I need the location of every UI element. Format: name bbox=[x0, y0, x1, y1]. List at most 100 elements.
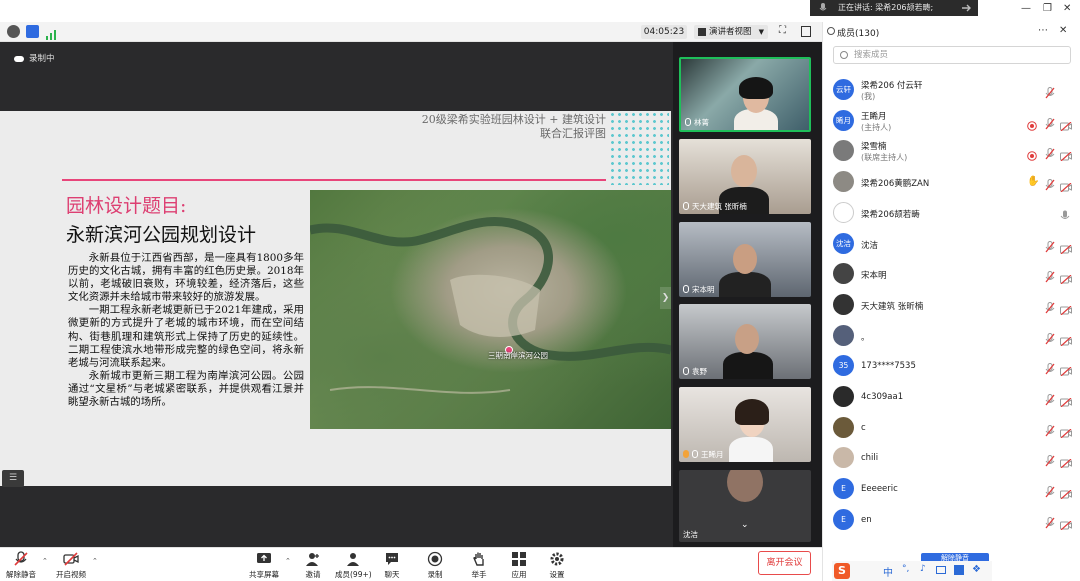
video-tile[interactable]: 袁野 bbox=[679, 304, 811, 379]
chevron-down-icon[interactable]: ⌄ bbox=[741, 520, 749, 530]
restore-icon[interactable]: ❐ bbox=[1043, 3, 1052, 14]
cloud-icon bbox=[14, 55, 24, 62]
apps-button[interactable]: 应用 bbox=[511, 551, 527, 580]
mic-off-icon bbox=[1045, 330, 1055, 344]
chevron-up-icon[interactable]: ⌃ bbox=[285, 557, 291, 565]
share-screen-button[interactable]: 共享屏幕 bbox=[249, 551, 279, 580]
video-tile[interactable]: ⌄ 沈洁 bbox=[679, 470, 811, 542]
member-row[interactable]: 沈洁 沈洁 bbox=[823, 229, 1080, 259]
info-icon[interactable] bbox=[7, 25, 20, 38]
member-row[interactable]: 。 bbox=[823, 321, 1080, 351]
settings-label: 设置 bbox=[549, 570, 565, 579]
camera-off-icon bbox=[1060, 484, 1072, 500]
search-icon bbox=[840, 51, 848, 59]
close-panel-icon[interactable]: ✕ bbox=[1059, 25, 1067, 36]
member-search-input[interactable]: 搜索成员 bbox=[833, 46, 1071, 64]
hand-icon bbox=[473, 552, 484, 566]
view-mode-dropdown[interactable]: 演讲者视图 ▼ bbox=[694, 25, 768, 39]
slide-title-red: 园林设计题目: bbox=[66, 195, 187, 217]
sidebar-toggle-icon[interactable] bbox=[801, 26, 811, 37]
member-row[interactable]: 梁雪楠 (联席主持人) bbox=[823, 136, 1080, 166]
member-row[interactable]: 35 173****7535 bbox=[823, 351, 1080, 381]
camera-off-icon bbox=[1060, 116, 1072, 132]
member-name: 。 bbox=[861, 332, 870, 343]
chevron-up-icon[interactable]: ⌃ bbox=[92, 557, 98, 565]
camera-off-icon bbox=[1060, 269, 1072, 285]
close-icon[interactable]: ✕ bbox=[1063, 3, 1071, 14]
member-row[interactable]: 梁希206黄鹏ZAN ✋ bbox=[823, 167, 1080, 197]
member-row[interactable]: c bbox=[823, 413, 1080, 443]
raised-hand-icon: ✋ bbox=[1027, 176, 1040, 188]
member-name: 4c309aa1 bbox=[861, 392, 904, 402]
camera-off-icon bbox=[1060, 453, 1072, 469]
sogou-logo-icon[interactable]: S bbox=[834, 563, 850, 579]
unmute-button[interactable]: 解除静音 bbox=[6, 551, 36, 580]
security-shield-icon[interactable] bbox=[26, 25, 39, 38]
minimize-icon[interactable]: — bbox=[1021, 3, 1031, 14]
mic-off-icon bbox=[1045, 452, 1055, 467]
voice-icon[interactable]: ♪ bbox=[920, 564, 926, 574]
mic-off-icon bbox=[1045, 115, 1055, 130]
slide-menu-icon[interactable]: ☰ bbox=[2, 470, 24, 487]
chat-button[interactable]: 聊天 bbox=[384, 551, 400, 580]
camera-off-icon bbox=[1060, 392, 1072, 408]
participant-name: 宋本明 bbox=[692, 285, 715, 294]
divider bbox=[62, 179, 606, 181]
toolbox-icon[interactable]: ❖ bbox=[972, 564, 981, 575]
chevron-right-icon[interactable]: ❯ bbox=[660, 287, 671, 309]
record-button[interactable]: 录制 bbox=[427, 551, 443, 580]
camera-off-icon bbox=[1060, 300, 1072, 316]
member-name: 梁雪楠 bbox=[861, 142, 887, 153]
raise-hand-button[interactable]: 举手 bbox=[471, 551, 487, 580]
speaking-indicator: 正在讲话: 梁希206颉若畴; bbox=[810, 0, 978, 16]
member-row[interactable]: 睎月 王睎月 (主持人) bbox=[823, 106, 1080, 136]
member-row[interactable]: 4c309aa1 bbox=[823, 382, 1080, 412]
members-panel: 成员(130) ⋯ ✕ 搜索成员 云轩 梁希206 付云轩 (我) 睎月 王睎月 (主持人… bbox=[822, 22, 1080, 581]
ime-language[interactable]: 中 bbox=[883, 564, 893, 579]
member-row[interactable]: chili bbox=[823, 443, 1080, 473]
video-tile[interactable]: 宋本明 bbox=[679, 222, 811, 297]
more-options-icon[interactable]: ⋯ bbox=[1038, 25, 1048, 36]
invite-button[interactable]: 邀请 bbox=[305, 551, 321, 580]
member-row[interactable]: 天大建筑 张昕楠 bbox=[823, 290, 1080, 320]
participant-name: 袁野 bbox=[692, 367, 707, 376]
member-name: chili bbox=[861, 453, 879, 464]
video-tile[interactable]: 天大建筑 张昕楠 bbox=[679, 139, 811, 214]
mic-off-icon bbox=[1045, 268, 1055, 283]
start-video-label: 开启视频 bbox=[56, 570, 86, 579]
members-button[interactable]: 成员(99+) bbox=[335, 551, 372, 580]
member-row[interactable]: E Eeeeeric bbox=[823, 474, 1080, 504]
mic-off-icon bbox=[1045, 514, 1055, 529]
start-video-button[interactable]: 开启视频 bbox=[56, 551, 86, 580]
mic-off-icon bbox=[1045, 145, 1055, 160]
keyboard-icon[interactable] bbox=[936, 566, 946, 574]
gear-icon bbox=[550, 552, 564, 566]
signal-icon[interactable] bbox=[45, 25, 58, 40]
settings-button[interactable]: 设置 bbox=[549, 551, 565, 580]
leave-meeting-button[interactable]: 离开会议 bbox=[758, 551, 811, 575]
camera-off-icon bbox=[1060, 331, 1072, 347]
video-tile[interactable]: 王睎月 bbox=[679, 387, 811, 462]
skin-icon[interactable] bbox=[954, 565, 964, 575]
avatar: 35 bbox=[833, 355, 854, 377]
mic-icon bbox=[683, 202, 689, 210]
avatar bbox=[833, 324, 854, 346]
raise-hand-label: 举手 bbox=[471, 570, 487, 579]
chevron-up-icon[interactable]: ⌃ bbox=[42, 557, 48, 565]
member-row[interactable]: 梁希206颉若畴 bbox=[823, 198, 1080, 228]
chevron-down-icon: ▼ bbox=[758, 28, 764, 36]
avatar: 睎月 bbox=[833, 109, 854, 131]
member-name: 沈洁 bbox=[861, 240, 879, 251]
fullscreen-icon[interactable]: ⛶ bbox=[779, 25, 786, 36]
paragraph: 一期工程永新老城更新已于2021年建成，采用微更新的方式提升了老城的城市环境，而… bbox=[68, 304, 304, 369]
mic-off-icon bbox=[1045, 238, 1055, 252]
member-name: 173****7535 bbox=[861, 361, 916, 372]
video-tile[interactable]: 林菁 bbox=[679, 57, 811, 132]
member-row[interactable]: Een bbox=[823, 505, 1080, 535]
member-row[interactable]: 云轩 梁希206 付云轩 (我) bbox=[823, 75, 1080, 105]
member-row[interactable]: 宋本明 bbox=[823, 259, 1080, 289]
punctuation-icon[interactable]: °, bbox=[902, 564, 909, 574]
unmute-label: 解除静音 bbox=[6, 570, 36, 579]
member-name: 梁希206黄鹏ZAN bbox=[861, 179, 930, 190]
exit-fullscreen-icon[interactable] bbox=[960, 2, 972, 14]
